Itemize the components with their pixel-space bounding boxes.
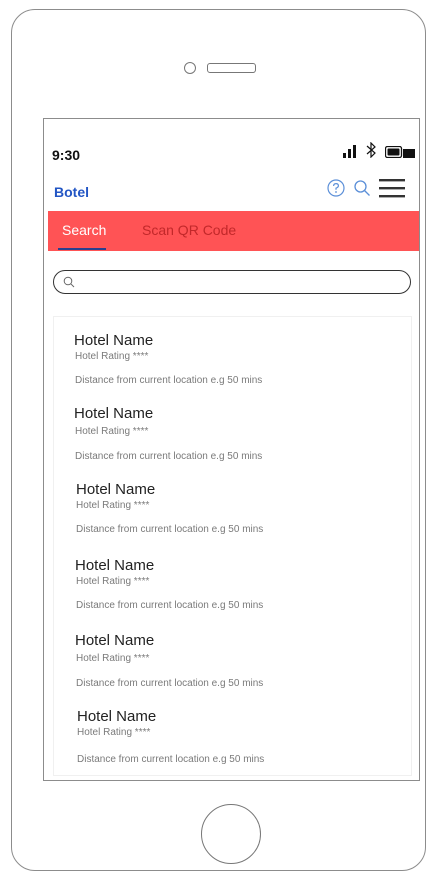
hotel-distance: Distance from current location e.g 50 mi… (76, 600, 264, 611)
search-input[interactable] (80, 273, 404, 293)
tab-scan-qr-code[interactable]: Scan QR Code (142, 222, 236, 238)
bluetooth-icon (366, 141, 376, 163)
hotel-results-list: Hotel Name Hotel Rating **** Distance fr… (53, 316, 412, 776)
hotel-distance: Distance from current location e.g 50 mi… (76, 524, 264, 535)
status-time: 9:30 (52, 147, 81, 163)
hotel-distance: Distance from current location e.g 50 mi… (76, 678, 264, 689)
hotel-name: Hotel Name (74, 332, 154, 349)
hotel-list-item[interactable]: Hotel Name Hotel Rating **** Distance fr… (54, 557, 411, 633)
search-bar[interactable] (53, 270, 411, 294)
hotel-list-item[interactable]: Hotel Name Hotel Rating **** Distance fr… (54, 708, 411, 780)
hotel-name: Hotel Name (74, 405, 154, 422)
hotel-name: Hotel Name (75, 632, 155, 649)
menu-icon[interactable] (379, 178, 405, 203)
help-icon[interactable] (327, 179, 345, 202)
hotel-name: Hotel Name (77, 708, 157, 725)
search-field-icon (63, 275, 75, 293)
search-icon[interactable] (353, 179, 371, 202)
hotel-rating: Hotel Rating **** (76, 653, 150, 664)
hotel-rating: Hotel Rating **** (76, 500, 150, 511)
hotel-list-item[interactable]: Hotel Name Hotel Rating **** Distance fr… (54, 405, 411, 481)
hotel-rating: Hotel Rating **** (75, 426, 149, 437)
app-screen: 9:30 Botel Search Scan QR Code Hotel Nam… (43, 118, 420, 781)
phone-frame: 9:30 Botel Search Scan QR Code Hotel Nam… (11, 9, 426, 871)
hotel-list-item[interactable]: Hotel Name Hotel Rating **** Distance fr… (54, 632, 411, 708)
hotel-list-item[interactable]: Hotel Name Hotel Rating **** Distance fr… (54, 332, 411, 408)
tab-bar: Search Scan QR Code (48, 211, 419, 251)
hotel-rating: Hotel Rating **** (75, 351, 149, 362)
brand-logo[interactable]: Botel (54, 184, 89, 200)
earpiece-speaker (207, 63, 256, 73)
hotel-distance: Distance from current location e.g 50 mi… (77, 754, 265, 765)
signal-icon (343, 145, 357, 163)
status-icons (343, 141, 415, 163)
status-bar: 9:30 (44, 119, 419, 163)
hotel-rating: Hotel Rating **** (76, 576, 150, 587)
app-header: Botel (44, 175, 419, 211)
hotel-distance: Distance from current location e.g 50 mi… (75, 451, 263, 462)
hotel-rating: Hotel Rating **** (77, 727, 151, 738)
front-camera (184, 62, 196, 74)
battery-icon (384, 145, 415, 163)
tab-search[interactable]: Search (62, 222, 106, 238)
hotel-list-item[interactable]: Hotel Name Hotel Rating **** Distance fr… (54, 481, 411, 557)
active-tab-indicator (58, 248, 106, 250)
hotel-distance: Distance from current location e.g 50 mi… (75, 375, 263, 386)
hotel-name: Hotel Name (75, 557, 155, 574)
header-actions (327, 178, 405, 203)
home-button[interactable] (201, 804, 261, 864)
hotel-name: Hotel Name (76, 481, 156, 498)
